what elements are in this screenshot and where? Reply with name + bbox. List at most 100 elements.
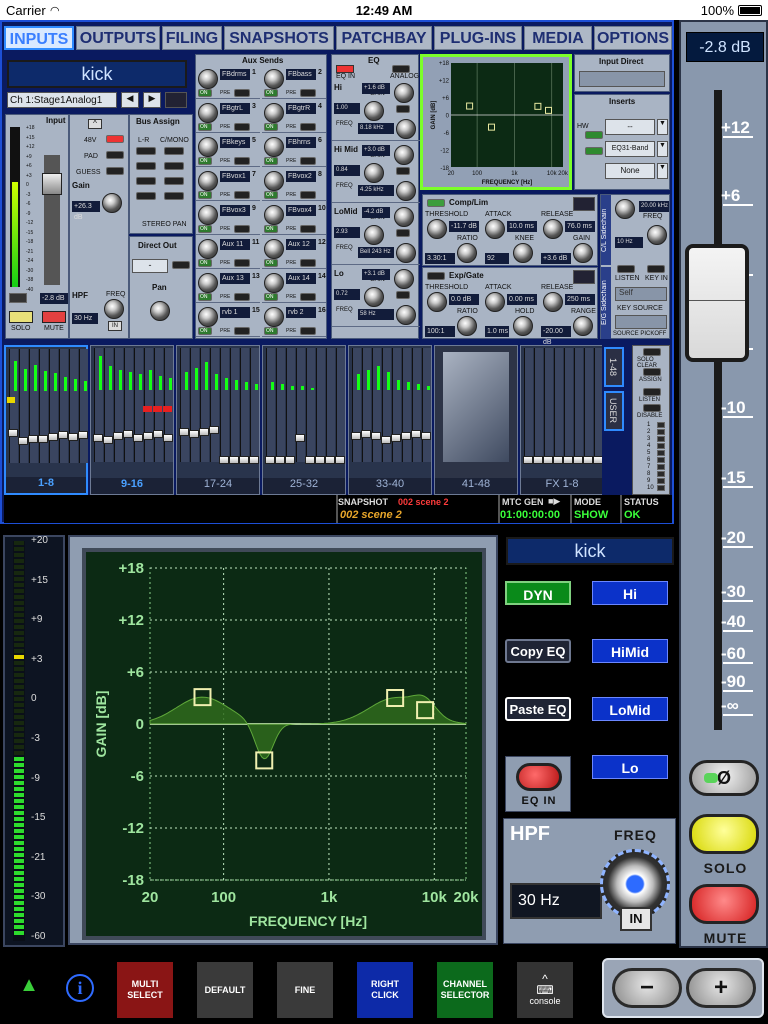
- solo-assign-slot[interactable]: [657, 471, 665, 477]
- strip-fader-cap[interactable]: [8, 429, 18, 437]
- sidechain-keyin-button[interactable]: [647, 265, 665, 273]
- bank-label[interactable]: 1-8: [6, 477, 86, 493]
- bank-label[interactable]: 9-16: [91, 478, 173, 494]
- strip-fader-cap[interactable]: [573, 456, 583, 464]
- strip-fader-cap[interactable]: [68, 433, 78, 441]
- strip-fader-cap[interactable]: [361, 430, 371, 438]
- solo-assign-slot[interactable]: [657, 464, 665, 470]
- strip-fader-cap[interactable]: [265, 456, 275, 464]
- solo-assign-slot[interactable]: [657, 429, 665, 435]
- strip-fader-cap[interactable]: [38, 435, 48, 443]
- strip-fader-cap[interactable]: [143, 432, 153, 440]
- bank-select-user[interactable]: USER: [604, 391, 624, 431]
- bank-label[interactable]: FX 1-8: [521, 478, 603, 494]
- solo-assign-slot[interactable]: [657, 457, 665, 463]
- nudge-minus-button[interactable]: −: [612, 968, 682, 1008]
- right-click-button[interactable]: RIGHT CLICK: [357, 962, 413, 1018]
- eq-band-hi-button[interactable]: Hi: [592, 581, 668, 605]
- strip-fader-cap[interactable]: [563, 456, 573, 464]
- polarity-invert-button[interactable]: Ø: [689, 760, 759, 796]
- strip-fader-cap[interactable]: [411, 430, 421, 438]
- sidechain-freq-knob-1[interactable]: [615, 199, 635, 219]
- strip-fader-cap[interactable]: [93, 434, 103, 442]
- strip-fader-cap[interactable]: [371, 432, 381, 440]
- strip-fader-cap[interactable]: [199, 428, 209, 436]
- strip-fader-cap[interactable]: [285, 456, 295, 464]
- strip-fader-cap[interactable]: [401, 432, 411, 440]
- insert-slot-3[interactable]: None: [605, 163, 655, 179]
- strip-fader-cap[interactable]: [179, 428, 189, 436]
- strip-fader-cap[interactable]: [189, 430, 199, 438]
- nudge-plus-button[interactable]: +: [686, 968, 756, 1008]
- eq-band-himid-button[interactable]: HiMid: [592, 639, 668, 663]
- bank-label[interactable]: 41-48: [435, 478, 517, 494]
- info-icon[interactable]: i: [66, 974, 94, 1002]
- eq-band-lo-button[interactable]: Lo: [592, 755, 668, 779]
- sidechain-listen-button[interactable]: [617, 265, 635, 273]
- bank-label[interactable]: 25-32: [263, 478, 345, 494]
- solo-assign-slot[interactable]: [657, 443, 665, 449]
- strip-fader-cap[interactable]: [305, 456, 315, 464]
- paste-eq-button[interactable]: Paste EQ: [505, 697, 571, 721]
- insert-slot-2[interactable]: EQ31-Band: [605, 141, 655, 157]
- strip-fader-cap[interactable]: [335, 456, 345, 464]
- fader-cap[interactable]: [685, 244, 749, 362]
- strip-fader-cap[interactable]: [533, 456, 543, 464]
- strip-fader-cap[interactable]: [553, 456, 563, 464]
- solo-assign-slot[interactable]: [657, 422, 665, 428]
- snapshot-current[interactable]: 002 scene 2: [340, 509, 402, 521]
- strip-fader-cap[interactable]: [295, 434, 305, 442]
- solo-assign-slot[interactable]: [657, 450, 665, 456]
- fine-button[interactable]: FINE: [277, 962, 333, 1018]
- listen-button[interactable]: [643, 388, 661, 396]
- strip-fader-cap[interactable]: [391, 434, 401, 442]
- insert-dropdown-2[interactable]: ▼: [657, 141, 668, 157]
- multi-select-button[interactable]: MULTI SELECT: [117, 962, 173, 1018]
- bank-label[interactable]: 33-40: [349, 478, 431, 494]
- strip-fader-cap[interactable]: [325, 456, 335, 464]
- strip-fader-cap[interactable]: [239, 456, 249, 464]
- assign-button[interactable]: [643, 368, 661, 376]
- solo-clear-button[interactable]: [643, 348, 661, 356]
- strip-fader-cap[interactable]: [123, 430, 133, 438]
- strip-fader-cap[interactable]: [133, 434, 143, 442]
- solo-button[interactable]: [689, 814, 759, 854]
- solo-assign-slot[interactable]: [657, 436, 665, 442]
- strip-fader-cap[interactable]: [103, 436, 113, 444]
- strip-fader-cap[interactable]: [163, 434, 173, 442]
- insert-dropdown-1[interactable]: ▼: [657, 119, 668, 135]
- insert-dropdown-3[interactable]: ▼: [657, 163, 668, 179]
- bank-select-1-48[interactable]: 1-48: [604, 347, 624, 387]
- strip-fader-cap[interactable]: [249, 456, 259, 464]
- mtc-transport-icon[interactable]: ■▶: [548, 496, 560, 507]
- strip-fader-cap[interactable]: [543, 456, 553, 464]
- copy-eq-button[interactable]: Copy EQ: [505, 639, 571, 663]
- strip-fader-cap[interactable]: [58, 431, 68, 439]
- strip-fader-cap[interactable]: [78, 431, 88, 439]
- insert-slot-1[interactable]: --: [605, 119, 655, 135]
- strip-fader-cap[interactable]: [48, 433, 58, 441]
- hpf-in-button[interactable]: IN: [620, 907, 652, 931]
- strip-fader-cap[interactable]: [351, 432, 361, 440]
- mode-value[interactable]: SHOW: [574, 509, 608, 521]
- mute-button[interactable]: [689, 884, 759, 924]
- strip-fader-cap[interactable]: [315, 456, 325, 464]
- solo-assign-slot[interactable]: [657, 485, 665, 491]
- strip-fader-cap[interactable]: [583, 456, 593, 464]
- strip-fader-cap[interactable]: [209, 426, 219, 434]
- eq-in-button[interactable]: [516, 763, 562, 791]
- eg-sidechain-tab[interactable]: E/G Sidechain: [601, 267, 611, 339]
- sidechain-freq-knob-2[interactable]: [647, 225, 667, 245]
- bank-label[interactable]: 17-24: [177, 478, 259, 494]
- tab-options[interactable]: OPTIONS: [594, 26, 672, 50]
- strip-fader-cap[interactable]: [275, 456, 285, 464]
- strip-fader-cap[interactable]: [18, 437, 28, 445]
- strip-fader-cap[interactable]: [113, 432, 123, 440]
- strip-fader-cap[interactable]: [381, 436, 391, 444]
- strip-fader-cap[interactable]: [219, 456, 229, 464]
- strip-fader-cap[interactable]: [229, 456, 239, 464]
- eq-band-lomid-button[interactable]: LoMid: [592, 697, 668, 721]
- strip-fader-cap[interactable]: [523, 456, 533, 464]
- dyn-button[interactable]: DYN: [505, 581, 571, 605]
- console-keyboard-button[interactable]: ^ ⌨ console: [517, 962, 573, 1018]
